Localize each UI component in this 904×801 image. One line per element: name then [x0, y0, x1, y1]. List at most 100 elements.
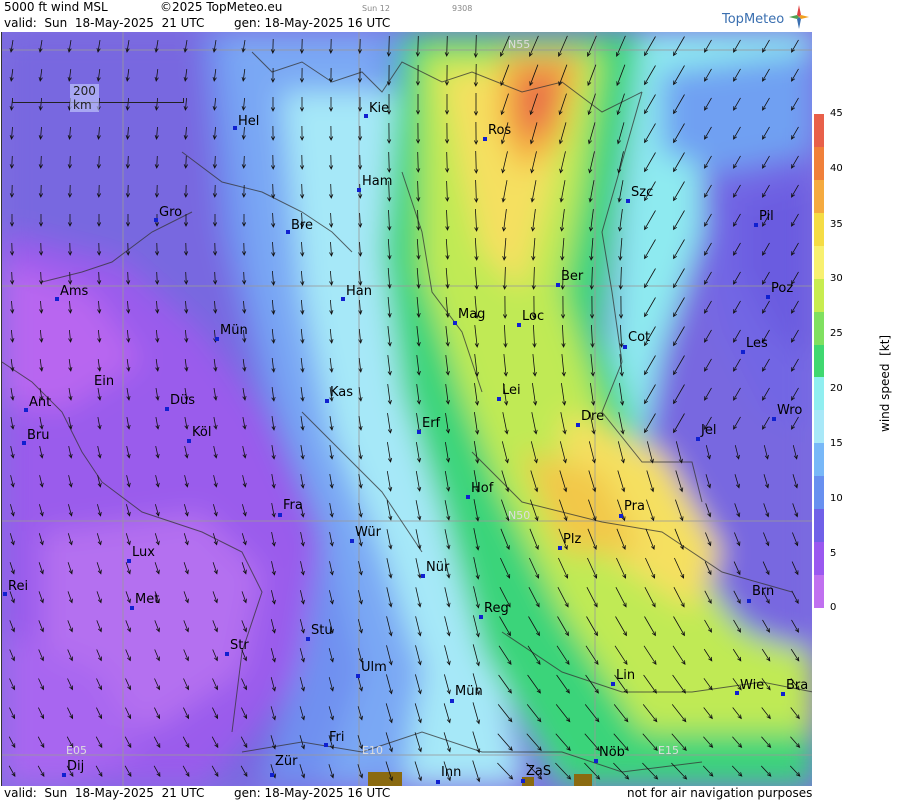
city-label-rei[interactable]: Rei: [8, 580, 28, 593]
city-marker[interactable]: [165, 407, 169, 411]
city-marker[interactable]: [747, 599, 751, 603]
city-marker[interactable]: [225, 652, 229, 656]
city-marker[interactable]: [357, 188, 361, 192]
city-label-mag[interactable]: Mag: [458, 308, 485, 321]
city-label-poz[interactable]: Poz: [771, 282, 793, 295]
city-label-gro[interactable]: Gro: [159, 206, 182, 219]
city-marker[interactable]: [619, 514, 623, 518]
city-label-dij[interactable]: Dij: [67, 760, 84, 773]
city-marker[interactable]: [417, 430, 421, 434]
city-marker[interactable]: [735, 691, 739, 695]
city-label-les[interactable]: Les: [746, 337, 768, 350]
city-label-kas[interactable]: Kas: [330, 386, 353, 399]
city-marker[interactable]: [558, 546, 562, 550]
city-label-wro[interactable]: Wro: [777, 404, 802, 417]
city-marker[interactable]: [611, 682, 615, 686]
city-marker[interactable]: [270, 773, 274, 777]
city-marker[interactable]: [626, 199, 630, 203]
city-label-inn[interactable]: Inn: [441, 766, 461, 779]
city-marker[interactable]: [576, 423, 580, 427]
city-label-kie[interactable]: Kie: [369, 102, 389, 115]
city-label-nob[interactable]: Nöb: [599, 746, 625, 759]
city-label-jel[interactable]: Jel: [701, 424, 716, 437]
city-marker[interactable]: [766, 295, 770, 299]
city-marker[interactable]: [450, 699, 454, 703]
city-label-ber[interactable]: Ber: [561, 270, 583, 283]
city-label-ein[interactable]: Ein: [94, 375, 114, 388]
city-label-szc[interactable]: Szc: [631, 186, 653, 199]
city-label-bru[interactable]: Bru: [27, 429, 50, 442]
city-marker[interactable]: [781, 692, 785, 696]
city-label-fri[interactable]: Fri: [329, 731, 345, 744]
city-label-wie[interactable]: Wie: [740, 679, 764, 692]
city-marker[interactable]: [286, 230, 290, 234]
city-label-lin[interactable]: Lin: [616, 669, 635, 682]
city-label-hel[interactable]: Hel: [238, 115, 259, 128]
city-label-bre[interactable]: Bre: [291, 219, 313, 232]
city-marker[interactable]: [364, 114, 368, 118]
city-label-dus[interactable]: Düs: [170, 394, 195, 407]
city-label-hof[interactable]: Hof: [471, 482, 493, 495]
city-marker[interactable]: [154, 218, 158, 222]
city-label-mun2[interactable]: Mün: [455, 685, 483, 698]
city-label-ham[interactable]: Ham: [362, 175, 392, 188]
city-marker[interactable]: [62, 773, 66, 777]
city-marker[interactable]: [356, 674, 360, 678]
city-marker[interactable]: [341, 297, 345, 301]
city-marker[interactable]: [623, 345, 627, 349]
city-marker[interactable]: [479, 615, 483, 619]
city-marker[interactable]: [421, 574, 425, 578]
city-label-loc[interactable]: Loc: [522, 310, 544, 323]
city-label-zas[interactable]: ZaS: [526, 765, 551, 778]
city-marker[interactable]: [306, 637, 310, 641]
city-marker[interactable]: [187, 439, 191, 443]
city-marker[interactable]: [436, 780, 440, 784]
city-label-fra[interactable]: Fra: [283, 499, 303, 512]
city-label-nur[interactable]: Nür: [426, 561, 449, 574]
city-label-mun[interactable]: Mün: [220, 324, 248, 337]
city-label-brn[interactable]: Brn: [752, 585, 774, 598]
city-label-pra[interactable]: Pra: [624, 500, 645, 513]
city-marker[interactable]: [325, 399, 329, 403]
city-marker[interactable]: [3, 592, 7, 596]
city-marker[interactable]: [453, 321, 457, 325]
city-marker[interactable]: [741, 350, 745, 354]
city-marker[interactable]: [754, 223, 758, 227]
city-label-str[interactable]: Str: [230, 639, 249, 652]
city-label-bra[interactable]: Bra: [786, 679, 808, 692]
city-marker[interactable]: [466, 495, 470, 499]
city-marker[interactable]: [278, 513, 282, 517]
city-marker[interactable]: [215, 337, 219, 341]
city-marker[interactable]: [350, 539, 354, 543]
city-label-ant[interactable]: Ant: [29, 396, 51, 409]
city-label-han[interactable]: Han: [346, 285, 372, 298]
city-label-erf[interactable]: Erf: [422, 417, 440, 430]
city-marker[interactable]: [594, 759, 598, 763]
city-label-zur[interactable]: Zür: [275, 755, 298, 768]
city-label-lei[interactable]: Lei: [502, 384, 521, 397]
city-label-cot[interactable]: Cot: [628, 331, 650, 344]
city-marker[interactable]: [130, 606, 134, 610]
city-label-wur[interactable]: Wür: [355, 526, 381, 539]
city-label-ams[interactable]: Ams: [60, 285, 88, 298]
city-label-kol[interactable]: Köl: [192, 426, 211, 439]
city-label-reg[interactable]: Reg: [484, 602, 509, 615]
city-label-ulm[interactable]: Ulm: [361, 661, 387, 674]
city-label-plz[interactable]: Plz: [563, 533, 581, 546]
city-marker[interactable]: [497, 397, 501, 401]
wind-map[interactable]: 200 km N55 N50 E05 E10 E15 Kie Hel Ros H…: [1, 32, 814, 786]
city-marker[interactable]: [696, 437, 700, 441]
city-marker[interactable]: [55, 297, 59, 301]
city-marker[interactable]: [324, 743, 328, 747]
city-label-lux[interactable]: Lux: [132, 546, 155, 559]
city-marker[interactable]: [517, 323, 521, 327]
city-marker[interactable]: [556, 283, 560, 287]
city-label-pil[interactable]: Pil: [759, 210, 774, 223]
city-label-stu[interactable]: Stu: [311, 624, 333, 637]
city-marker[interactable]: [233, 126, 237, 130]
city-label-dre[interactable]: Dre: [581, 410, 604, 423]
city-marker[interactable]: [483, 137, 487, 141]
city-marker[interactable]: [22, 441, 26, 445]
city-marker[interactable]: [127, 559, 131, 563]
city-marker[interactable]: [521, 779, 525, 783]
